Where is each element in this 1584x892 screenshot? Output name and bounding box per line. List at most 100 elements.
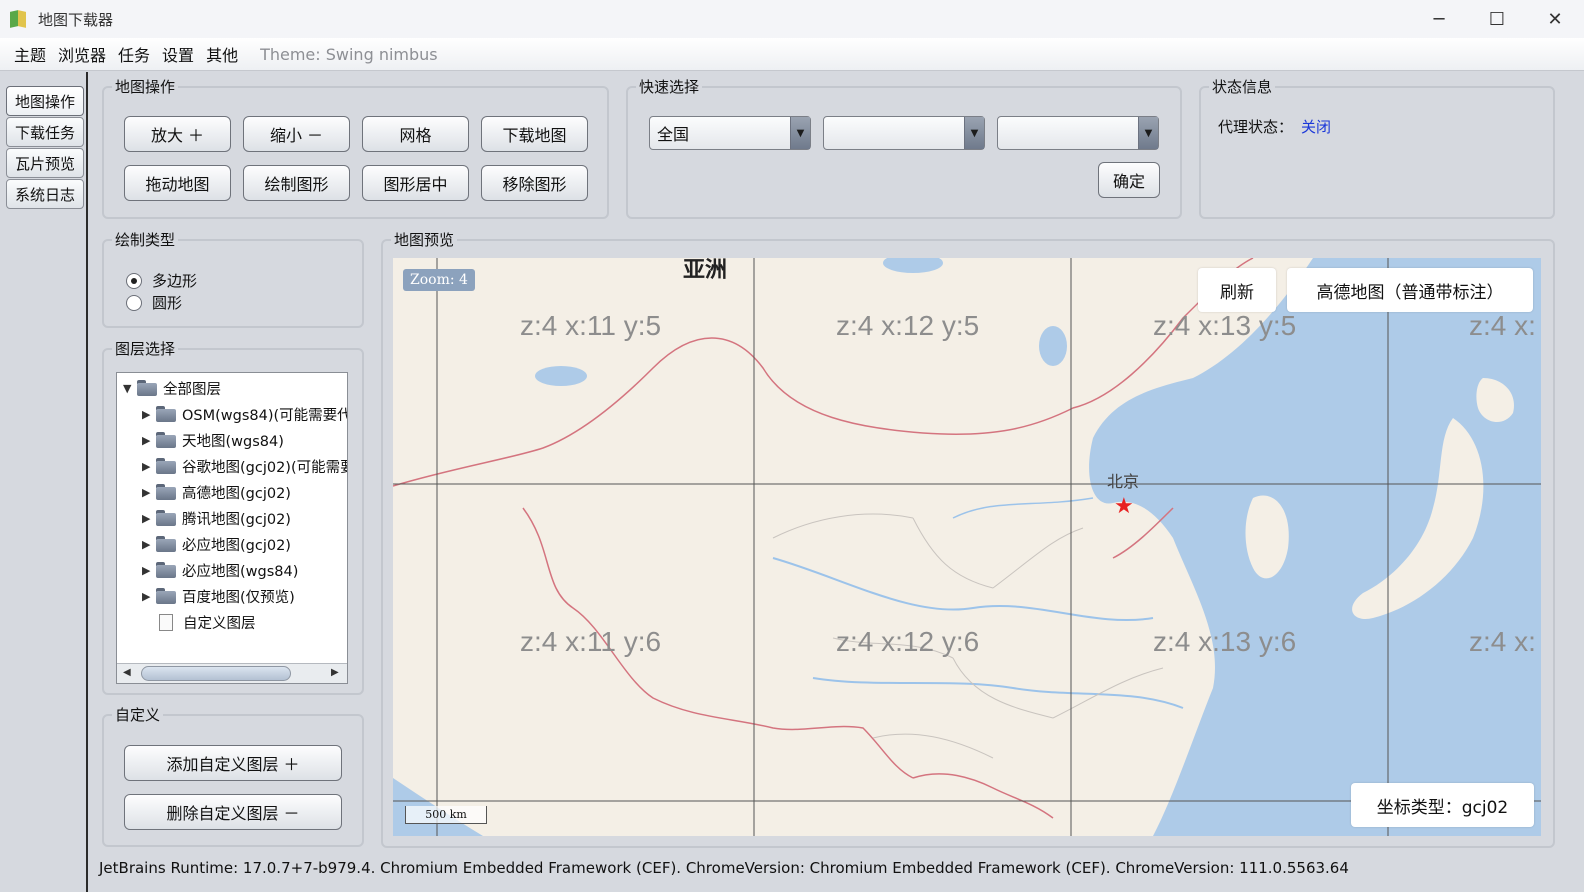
city-label: 北京: [1107, 472, 1140, 491]
province-select-value: 全国: [657, 125, 690, 144]
scrollbar-thumb[interactable]: [141, 666, 291, 681]
horizontal-scrollbar[interactable]: ◀ ▶: [117, 663, 347, 683]
tree-item-label: OSM(wgs84)(可能需要代理): [182, 407, 347, 424]
radio-polygon[interactable]: 多边形: [126, 270, 197, 291]
quick-select-title: 快速选择: [636, 78, 703, 96]
menu-other[interactable]: 其他: [206, 42, 238, 66]
province-select[interactable]: 全国 ▼: [649, 116, 811, 150]
tile-label: z:4 x:13 y:5: [1153, 310, 1297, 341]
window-title: 地图下载器: [38, 10, 114, 29]
minimize-button[interactable]: ─: [1410, 0, 1468, 38]
layer-tree[interactable]: ▼ 全部图层 ▶ OSM(wgs84)(可能需要代理) ▶ 天地图(wgs84)…: [116, 372, 348, 684]
refresh-button[interactable]: 刷新: [1198, 268, 1276, 312]
layer-select-title: 图层选择: [112, 340, 179, 358]
coordinate-type-label: 坐标类型：gcj02: [1351, 783, 1534, 827]
zoom-level-badge: Zoom: 4: [403, 269, 475, 291]
close-button[interactable]: ✕: [1526, 0, 1584, 38]
tree-item-bing-wgs84[interactable]: ▶ 必应地图(wgs84): [142, 558, 298, 582]
draw-shape-button[interactable]: 绘制图形: [243, 165, 350, 201]
menu-tasks[interactable]: 任务: [118, 42, 150, 66]
proxy-status-label: 代理状态：: [1218, 118, 1294, 136]
tree-item-osm[interactable]: ▶ OSM(wgs84)(可能需要代理): [142, 402, 347, 426]
menu-theme[interactable]: 主题: [14, 42, 46, 66]
collapsed-arrow-icon[interactable]: ▶: [142, 564, 156, 577]
tree-item-label: 谷歌地图(gcj02)(可能需要代理): [182, 459, 347, 476]
tree-item-label: 高德地图(gcj02): [182, 485, 291, 502]
tree-item-label: 百度地图(仅预览): [182, 589, 295, 606]
map-operations-group: 地图操作 放大 ＋ 缩小 － 网格 下载地图 拖动地图 绘制图形 图形居中 移除…: [102, 78, 609, 219]
collapsed-arrow-icon[interactable]: ▶: [142, 434, 156, 447]
add-custom-layer-button[interactable]: 添加自定义图层 ＋: [124, 745, 342, 781]
tab-system-log[interactable]: 系统日志: [6, 179, 84, 209]
tile-label: z:4 x:12 y:6: [836, 626, 980, 657]
status-info-title: 状态信息: [1209, 78, 1276, 96]
sidebar: 地图操作 下载任务 瓦片预览 系统日志: [0, 72, 88, 892]
map-view[interactable]: Zoom: 4 亚洲 z:4 x:11 y:5 z:4 x:12 y:5 z:4…: [393, 258, 1541, 836]
collapsed-arrow-icon[interactable]: ▶: [142, 512, 156, 525]
chevron-down-icon: ▼: [1138, 117, 1158, 149]
tree-item-label: 天地图(wgs84): [182, 433, 284, 450]
tree-item-google[interactable]: ▶ 谷歌地图(gcj02)(可能需要代理): [142, 454, 347, 478]
tree-item-custom[interactable]: 自定义图层: [156, 610, 256, 634]
radio-checked-icon: [126, 272, 142, 289]
tab-map-operations[interactable]: 地图操作: [6, 86, 84, 116]
tile-label: z:4 x:: [1469, 310, 1536, 341]
grid-button[interactable]: 网格: [362, 116, 469, 152]
confirm-button[interactable]: 确定: [1098, 162, 1160, 198]
tile-label: z:4 x:: [1469, 626, 1536, 657]
tree-item-baidu[interactable]: ▶ 百度地图(仅预览): [142, 584, 295, 608]
draw-type-group: 绘制类型 多边形 圆形: [102, 231, 364, 328]
menu-browser[interactable]: 浏览器: [58, 42, 106, 66]
scroll-right-icon[interactable]: ▶: [331, 667, 339, 678]
tree-item-bing-gcj02[interactable]: ▶ 必应地图(gcj02): [142, 532, 291, 556]
zoom-out-button[interactable]: 缩小 －: [243, 116, 350, 152]
expanded-arrow-icon[interactable]: ▼: [123, 382, 137, 395]
tree-item-label: 自定义图层: [183, 615, 256, 632]
download-map-button[interactable]: 下载地图: [481, 116, 588, 152]
remove-shape-button[interactable]: 移除图形: [481, 165, 588, 201]
center-shape-button[interactable]: 图形居中: [362, 165, 469, 201]
maximize-button[interactable]: ☐: [1468, 0, 1526, 38]
radio-unchecked-icon: [126, 294, 142, 311]
collapsed-arrow-icon[interactable]: ▶: [142, 408, 156, 421]
zoom-in-button[interactable]: 放大 ＋: [124, 116, 231, 152]
tile-label: z:4 x:11 y:6: [520, 626, 662, 657]
theme-indicator: Theme: Swing nimbus: [260, 44, 438, 64]
custom-group: 自定义 添加自定义图层 ＋ 删除自定义图层 －: [102, 706, 364, 847]
tree-item-tencent[interactable]: ▶ 腾讯地图(gcj02): [142, 506, 291, 530]
map-layer-name: 高德地图（普通带标注）: [1287, 268, 1533, 312]
district-select[interactable]: ▼: [997, 116, 1159, 150]
layer-select-group: 图层选择 ▼ 全部图层 ▶ OSM(wgs84)(可能需要代理) ▶ 天地图(w…: [102, 340, 364, 695]
folder-icon: [156, 458, 176, 474]
folder-icon: [156, 562, 176, 578]
menu-settings[interactable]: 设置: [162, 42, 194, 66]
drag-map-button[interactable]: 拖动地图: [124, 165, 231, 201]
chevron-down-icon: ▼: [790, 117, 810, 149]
tree-root-label: 全部图层: [163, 381, 221, 398]
tab-tile-preview[interactable]: 瓦片预览: [6, 148, 84, 178]
tree-item-amap[interactable]: ▶ 高德地图(gcj02): [142, 480, 291, 504]
tree-item-tianditu[interactable]: ▶ 天地图(wgs84): [142, 428, 284, 452]
scroll-left-icon[interactable]: ◀: [123, 667, 131, 678]
folder-open-icon: [137, 380, 157, 396]
tree-root[interactable]: ▼ 全部图层: [123, 376, 221, 400]
remove-custom-layer-button[interactable]: 删除自定义图层 －: [124, 794, 342, 830]
collapsed-arrow-icon[interactable]: ▶: [142, 590, 156, 603]
map-preview-title: 地图预览: [391, 231, 458, 249]
chevron-down-icon: ▼: [964, 117, 984, 149]
collapsed-arrow-icon[interactable]: ▶: [142, 460, 156, 473]
radio-polygon-label: 多边形: [152, 272, 198, 290]
collapsed-arrow-icon[interactable]: ▶: [142, 486, 156, 499]
status-bar: JetBrains Runtime: 17.0.7+7-b979.4. Chro…: [99, 859, 1349, 877]
folder-icon: [156, 510, 176, 526]
status-info-group: 状态信息: [1199, 78, 1555, 219]
tab-download-tasks[interactable]: 下载任务: [6, 117, 84, 147]
radio-circle[interactable]: 圆形: [126, 292, 182, 313]
collapsed-arrow-icon[interactable]: ▶: [142, 538, 156, 551]
city-select[interactable]: ▼: [823, 116, 985, 150]
folder-icon: [156, 536, 176, 552]
draw-type-title: 绘制类型: [112, 231, 179, 249]
capital-star-icon: ★: [1114, 494, 1134, 519]
folder-icon: [156, 588, 176, 604]
proxy-status-value: 关闭: [1301, 118, 1332, 136]
